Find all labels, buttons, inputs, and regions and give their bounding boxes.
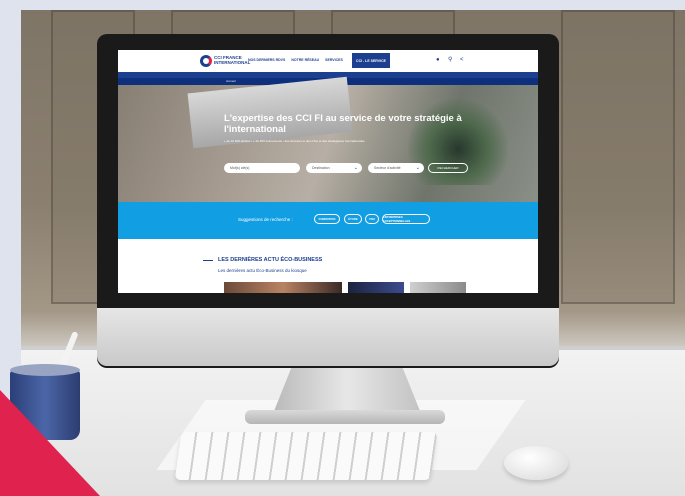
keyword-placeholder: Mot(s) clé(s) — [230, 166, 250, 170]
user-icon[interactable]: ● — [436, 57, 442, 63]
imac-stand — [272, 360, 422, 416]
article-thumbnail[interactable] — [410, 282, 466, 293]
suggestion-chip[interactable]: ENTREPRISES EXCEPTIONNELLES — [382, 214, 430, 224]
section-dash — [203, 260, 213, 261]
nav-item-reseau[interactable]: NOTRE RÉSEAU — [291, 58, 319, 62]
breadcrumb-home[interactable]: Accueil — [226, 79, 236, 83]
keyword-input[interactable]: Mot(s) clé(s) — [224, 163, 300, 173]
nav-item-rdvs[interactable]: NOS DERNIERS RDVS — [248, 58, 285, 62]
hero-title: L'expertise des CCI FI au service de vot… — [224, 113, 462, 135]
suggestion-chip[interactable]: ÉTUDE — [344, 214, 362, 224]
suggestion-chip[interactable]: FORMATION — [314, 214, 340, 224]
wall-panel — [561, 10, 675, 304]
sector-label: Secteur d'activité — [374, 166, 401, 170]
sector-select[interactable]: Secteur d'activité ⌄ — [368, 163, 424, 173]
nav-item-services[interactable]: SERVICES — [325, 58, 343, 62]
suggestions-bar: Suggestions de recherche : FORMATION ÉTU… — [118, 202, 538, 239]
main-nav: NOS DERNIERS RDVS NOTRE RÉSEAU SERVICES — [248, 58, 343, 62]
suggestion-chip[interactable]: VIVA — [365, 214, 379, 224]
keyboard — [174, 432, 438, 480]
cci-logo-icon[interactable] — [200, 55, 212, 67]
latest-news-title: LES DERNIÈRES ACTU ÉCO-BUSINESS — [218, 257, 323, 263]
suggestions-label: Suggestions de recherche : — [238, 217, 293, 222]
mouse — [504, 446, 568, 480]
nav-cta-button[interactable]: CCI - LE SERVICE — [352, 53, 390, 68]
imac-chin — [97, 308, 559, 366]
chevron-down-icon: ⌄ — [353, 165, 358, 171]
latest-news-subtitle: Les dernières actu Éco-Business du kiosq… — [218, 268, 307, 273]
search-icon[interactable]: ⚲ — [448, 57, 454, 63]
destination-select[interactable]: Destination ⌄ — [306, 163, 362, 173]
article-thumbnail[interactable] — [348, 282, 404, 293]
hero-banner: L'expertise des CCI FI au service de vot… — [118, 76, 538, 202]
destination-label: Destination — [312, 166, 330, 170]
share-icon[interactable]: < — [460, 57, 466, 63]
site-logo-text[interactable]: CCI FRANCE INTERNATIONAL — [214, 55, 250, 65]
hero-subtitle: + de 10 000 articles • + de 400 événemen… — [224, 139, 365, 143]
imac-stand-foot — [245, 410, 445, 424]
site-header: CCI FRANCE INTERNATIONAL NOS DERNIERS RD… — [118, 50, 538, 72]
website-screen: CCI FRANCE INTERNATIONAL NOS DERNIERS RD… — [118, 50, 538, 293]
article-thumbnail[interactable] — [224, 282, 342, 293]
search-button[interactable]: RECHERCHER — [428, 163, 468, 173]
chevron-down-icon: ⌄ — [415, 165, 420, 171]
red-triangle-decoration — [0, 390, 100, 496]
